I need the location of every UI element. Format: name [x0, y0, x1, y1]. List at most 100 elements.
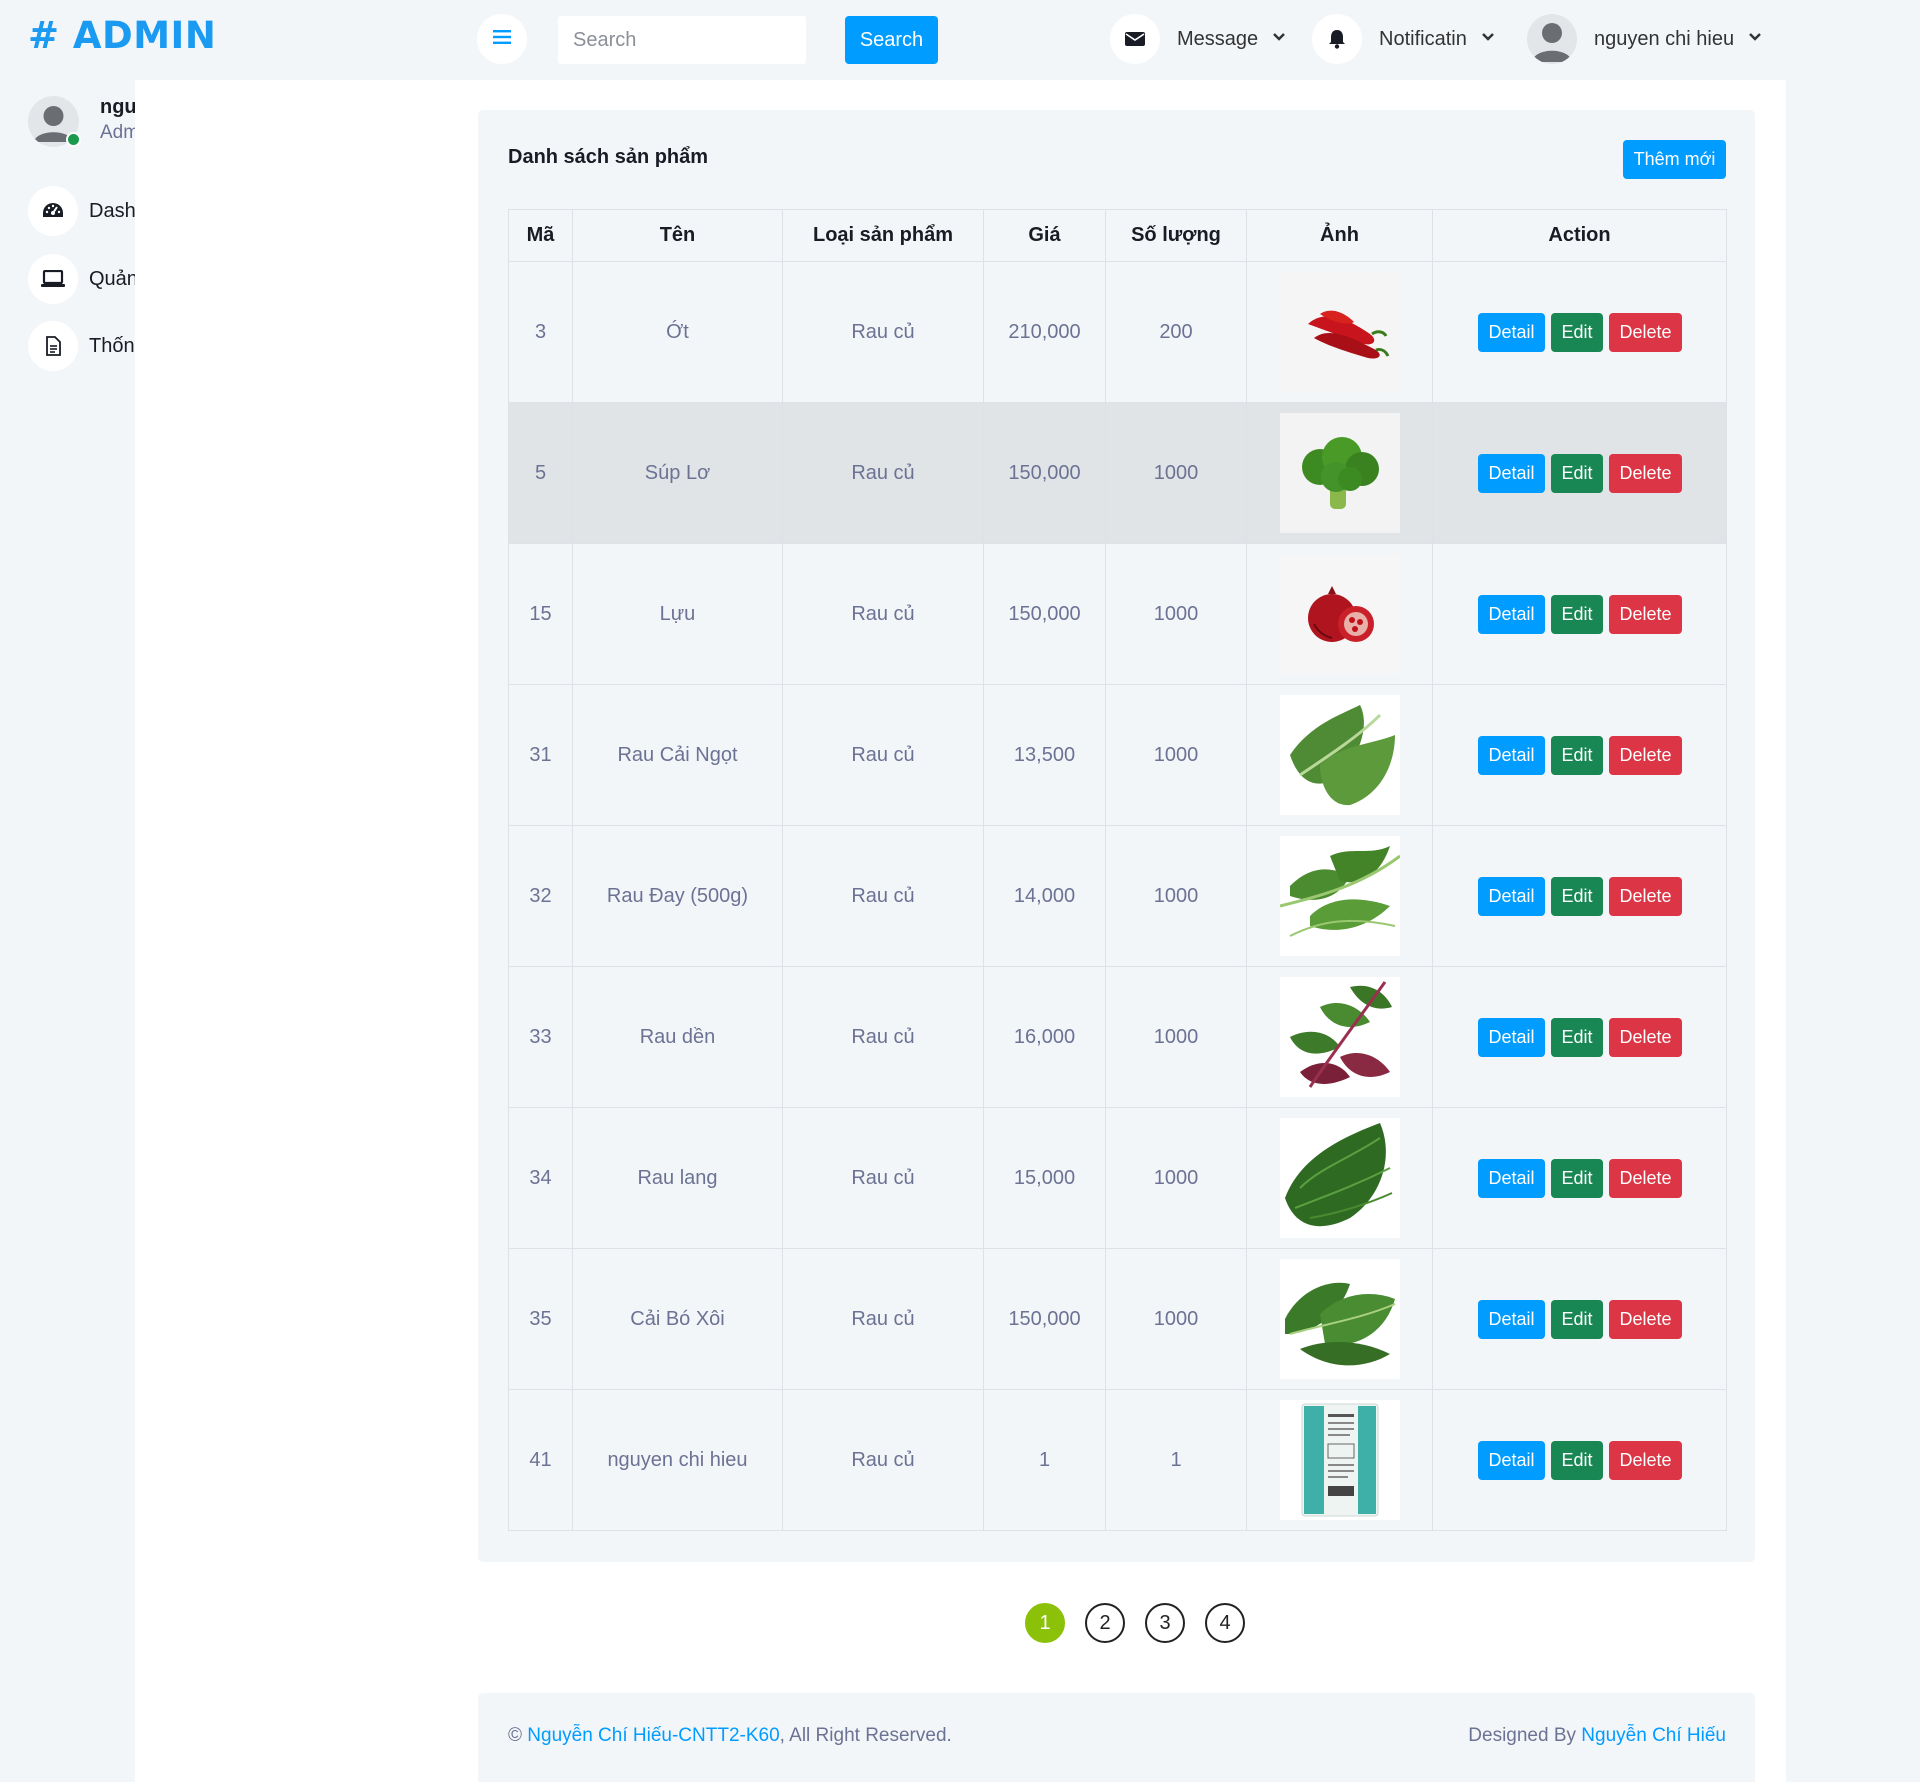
- action-buttons: Detail Edit Delete: [1433, 1440, 1726, 1480]
- cell-category: Rau củ: [782, 966, 984, 1108]
- table-row: 3 Ớt Rau củ 210,000 200 Detail Edit Delete: [508, 261, 1727, 403]
- delete-button[interactable]: Delete: [1608, 876, 1682, 916]
- page-button-3[interactable]: 3: [1145, 1603, 1185, 1643]
- cell-id: 35: [508, 1248, 573, 1390]
- cell-image: [1246, 1107, 1433, 1249]
- cell-price: 150,000: [983, 402, 1106, 544]
- detail-button[interactable]: Detail: [1477, 312, 1545, 352]
- bell-icon: [1312, 14, 1362, 64]
- cell-quantity: 1: [1105, 1389, 1247, 1531]
- action-buttons: Detail Edit Delete: [1433, 453, 1726, 493]
- cell-price: 210,000: [983, 261, 1106, 403]
- cell-price: 13,500: [983, 684, 1106, 826]
- search-input[interactable]: [558, 16, 806, 64]
- designed-by-text: Designed By: [1468, 1725, 1577, 1746]
- cell-name: Cải Bó Xôi: [572, 1248, 783, 1390]
- detail-button[interactable]: Detail: [1477, 1158, 1545, 1198]
- edit-button[interactable]: Edit: [1550, 312, 1603, 352]
- cell-quantity: 1000: [1105, 402, 1247, 544]
- delete-button[interactable]: Delete: [1608, 453, 1682, 493]
- edit-button[interactable]: Edit: [1550, 735, 1603, 775]
- cell-action: Detail Edit Delete: [1432, 1248, 1727, 1390]
- action-buttons: Detail Edit Delete: [1433, 1158, 1726, 1198]
- detail-button[interactable]: Detail: [1477, 876, 1545, 916]
- cell-quantity: 1000: [1105, 966, 1247, 1108]
- cell-action: Detail Edit Delete: [1432, 825, 1727, 967]
- footer-designer: Designed By Nguyễn Chí Hiếu: [1468, 1725, 1726, 1747]
- product-thumbnail: [1247, 272, 1432, 392]
- cell-image: [1246, 1389, 1433, 1531]
- detail-button[interactable]: Detail: [1477, 1017, 1545, 1057]
- cell-action: Detail Edit Delete: [1432, 1107, 1727, 1249]
- notification-label: Notificatin: [1379, 27, 1467, 50]
- laptop-icon: [28, 254, 78, 304]
- detail-button[interactable]: Detail: [1477, 453, 1545, 493]
- edit-button[interactable]: Edit: [1550, 1440, 1603, 1480]
- edit-button[interactable]: Edit: [1550, 1158, 1603, 1198]
- page-button-2[interactable]: 2: [1085, 1603, 1125, 1643]
- cell-category: Rau củ: [782, 1389, 984, 1531]
- delete-button[interactable]: Delete: [1608, 594, 1682, 634]
- hamburger-icon: [493, 29, 511, 50]
- cell-price: 1: [983, 1389, 1106, 1531]
- detail-button[interactable]: Detail: [1477, 735, 1545, 775]
- add-new-button[interactable]: Thêm mới: [1623, 140, 1726, 179]
- delete-button[interactable]: Delete: [1608, 1158, 1682, 1198]
- cell-quantity: 1000: [1105, 1107, 1247, 1249]
- cell-id: 33: [508, 966, 573, 1108]
- cell-price: 16,000: [983, 966, 1106, 1108]
- sidebar-toggle-button[interactable]: [477, 14, 527, 64]
- top-navbar: Search Message Notificatin nguyen chi hi…: [448, 0, 1786, 80]
- cell-id: 15: [508, 543, 573, 685]
- cell-image: [1246, 543, 1433, 685]
- cell-category: Rau củ: [782, 825, 984, 967]
- brand-logo[interactable]: # ADMIN: [28, 14, 216, 57]
- table-row: 32 Rau Đay (500g) Rau củ 14,000 1000 Detail Ed…: [508, 825, 1727, 967]
- detail-button[interactable]: Detail: [1477, 1440, 1545, 1480]
- footer-designer-link[interactable]: Nguyễn Chí Hiếu: [1581, 1725, 1726, 1746]
- pagination: 1234: [1025, 1603, 1245, 1643]
- cell-image: [1246, 1248, 1433, 1390]
- edit-button[interactable]: Edit: [1550, 453, 1603, 493]
- detail-button[interactable]: Detail: [1477, 1299, 1545, 1339]
- delete-button[interactable]: Delete: [1608, 1440, 1682, 1480]
- footer-author-link[interactable]: Nguyễn Chí Hiếu-CNTT2-K60: [527, 1725, 779, 1746]
- table-row: 15 Lựu Rau củ 150,000 1000 Detail Edit Delete: [508, 543, 1727, 685]
- cell-price: 14,000: [983, 825, 1106, 967]
- cell-quantity: 200: [1105, 261, 1247, 403]
- card-title: Danh sách sản phẩm: [508, 146, 709, 168]
- message-menu[interactable]: Message: [1110, 14, 1286, 64]
- notification-menu[interactable]: Notificatin: [1312, 14, 1495, 64]
- cell-name: Rau dền: [572, 966, 783, 1108]
- avatar: [1527, 14, 1577, 64]
- cell-action: Detail Edit Delete: [1432, 261, 1727, 403]
- delete-button[interactable]: Delete: [1608, 735, 1682, 775]
- table-body: 3 Ớt Rau củ 210,000 200 Detail Edit Delete 5 Súp …: [508, 261, 1727, 1531]
- chevron-down-icon: [1481, 30, 1495, 49]
- cell-quantity: 1000: [1105, 1248, 1247, 1390]
- delete-button[interactable]: Delete: [1608, 312, 1682, 352]
- column-header-id: Mã: [508, 209, 573, 262]
- delete-button[interactable]: Delete: [1608, 1299, 1682, 1339]
- table-row: 5 Súp Lơ Rau củ 150,000 1000 Detail Edit Delete: [508, 402, 1727, 544]
- cell-action: Detail Edit Delete: [1432, 543, 1727, 685]
- user-menu[interactable]: nguyen chi hieu: [1527, 14, 1762, 64]
- edit-button[interactable]: Edit: [1550, 876, 1603, 916]
- table-row: 31 Rau Cải Ngọt Rau củ 13,500 1000 Detail Edit…: [508, 684, 1727, 826]
- page-button-4[interactable]: 4: [1205, 1603, 1245, 1643]
- search-button[interactable]: Search: [845, 16, 938, 64]
- cell-id: 41: [508, 1389, 573, 1531]
- cell-image: [1246, 261, 1433, 403]
- detail-button[interactable]: Detail: [1477, 594, 1545, 634]
- page-button-1[interactable]: 1: [1025, 1603, 1065, 1643]
- chevron-down-icon: [1748, 30, 1762, 49]
- action-buttons: Detail Edit Delete: [1433, 312, 1726, 352]
- column-header-action: Action: [1432, 209, 1727, 262]
- delete-button[interactable]: Delete: [1608, 1017, 1682, 1057]
- cell-action: Detail Edit Delete: [1432, 966, 1727, 1108]
- edit-button[interactable]: Edit: [1550, 1017, 1603, 1057]
- edit-button[interactable]: Edit: [1550, 1299, 1603, 1339]
- cell-action: Detail Edit Delete: [1432, 402, 1727, 544]
- edit-button[interactable]: Edit: [1550, 594, 1603, 634]
- footer: © Nguyễn Chí Hiếu-CNTT2-K60, All Right R…: [478, 1693, 1755, 1782]
